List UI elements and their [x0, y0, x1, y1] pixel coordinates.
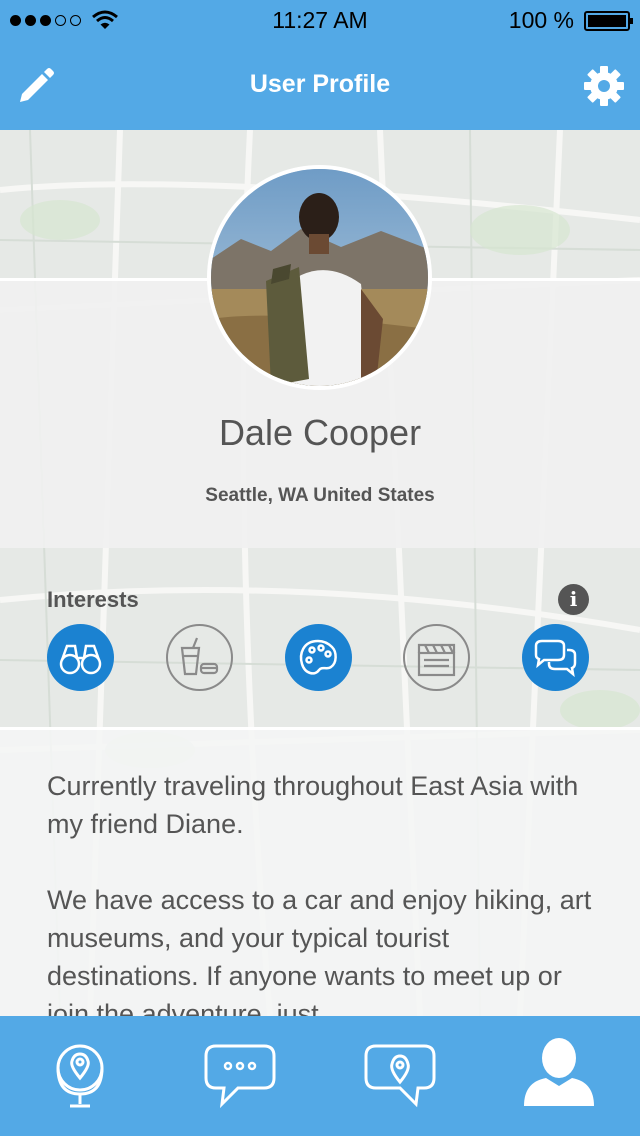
- tab-nearby[interactable]: [320, 1016, 480, 1136]
- user-name: Dale Cooper: [218, 412, 422, 453]
- bio-section: Currently traveling throughout East Asia…: [0, 727, 640, 1016]
- tab-profile[interactable]: [480, 1016, 640, 1136]
- tab-messages[interactable]: [160, 1016, 320, 1136]
- interests-label: Interests: [47, 587, 139, 612]
- tab-bar: [0, 1016, 640, 1136]
- chat-bubbles-icon: [534, 639, 577, 678]
- interest-art-button[interactable]: [285, 624, 352, 691]
- interest-food-drink-button[interactable]: [166, 624, 233, 691]
- palette-icon: [299, 639, 337, 675]
- battery-percent: 100 %: [508, 7, 574, 33]
- info-icon[interactable]: i: [558, 584, 589, 615]
- clapperboard-icon: [417, 643, 456, 677]
- globe-pin-icon: [56, 1044, 104, 1108]
- location-chat-icon: [364, 1044, 436, 1108]
- navigation-bar: User Profile: [0, 40, 640, 130]
- avatar[interactable]: [207, 165, 432, 390]
- tab-explore[interactable]: [0, 1016, 160, 1136]
- settings-button[interactable]: [582, 64, 626, 108]
- user-location: Seattle, WA United States: [205, 485, 435, 506]
- interest-movies-button[interactable]: [403, 624, 470, 691]
- binoculars-icon: [59, 644, 102, 675]
- interest-social-button[interactable]: [522, 624, 589, 691]
- chat-icon: [204, 1044, 276, 1109]
- page-title: User Profile: [249, 70, 391, 98]
- bio-text: Currently traveling throughout East Asia…: [47, 771, 592, 1016]
- food-drink-icon: [180, 637, 219, 676]
- user-icon: [524, 1038, 594, 1106]
- gear-icon: [584, 66, 624, 106]
- battery-icon: [584, 10, 633, 31]
- interest-sightseeing-button[interactable]: [47, 624, 114, 691]
- status-bar: 11:27 AM 100 %: [0, 0, 640, 40]
